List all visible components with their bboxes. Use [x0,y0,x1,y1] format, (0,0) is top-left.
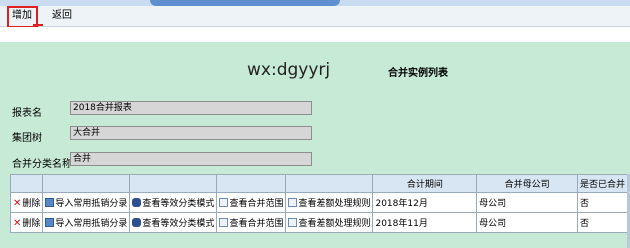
view-scope-label: 查看合并范围 [229,218,284,229]
import-cell: 导入常用抵销分录 [42,212,131,233]
view-template-link[interactable]: 查看等效分类模式 [132,196,214,209]
group-field[interactable]: 大合并 [70,126,312,140]
delete-link[interactable]: ✕ 删除 [13,196,40,209]
category-field[interactable]: 合并 [70,152,312,166]
parent-cell: 母公司 [476,212,578,233]
watermark-text: wx:dgyyrj [247,60,331,80]
report-name-label: 报表名 [12,108,42,119]
view-scope-label: 查看合并范围 [229,198,284,209]
merged-cell: 否 [576,192,629,213]
report-name-field[interactable]: 2018合并报表 [70,101,312,115]
delete-icon: ✕ [13,198,22,209]
parent-cell: 母公司 [476,192,578,213]
delete-link[interactable]: ✕ 删除 [13,216,40,229]
import-icon [45,217,55,227]
template-cell: 查看等效分类模式 [129,212,218,233]
toolbar: 增加 返回 [0,6,630,27]
view-diff-label: 查看差额处理规则 [298,198,371,209]
period-cell: 2018年11月 [372,212,478,233]
delete-icon: ✕ [13,218,22,229]
table-row: ✕ 删除 导入常用抵销分录 查看等效分类模式 查看合并范围 查看差额处理规则 20… [9,212,629,233]
binoculars-icon [132,197,142,207]
page-icon [288,217,298,227]
merged-cell: 否 [576,212,629,233]
page-icon [219,217,229,227]
template-cell: 查看等效分类模式 [129,192,218,213]
instance-table: 合计期间 合并母公司 是否已合并 ✕ 删除 导入常用抵销分录 查看等效分类模式 查… [9,174,629,233]
binoculars-icon [132,217,142,227]
col-header-diff [285,174,374,193]
col-header-scope [216,174,287,193]
delete-cell: ✕ 删除 [9,192,44,213]
view-template-label: 查看等效分类模式 [142,218,215,229]
import-link[interactable]: 导入常用抵销分录 [45,196,127,209]
import-link[interactable]: 导入常用抵销分录 [45,216,127,229]
view-diff-link[interactable]: 查看差额处理规则 [288,216,370,229]
table-row: ✕ 删除 导入常用抵销分录 查看等效分类模式 查看合并范围 查看差额处理规则 20… [9,192,629,213]
view-scope-link[interactable]: 查看合并范围 [219,196,283,209]
view-scope-link[interactable]: 查看合并范围 [219,216,283,229]
col-header-merged: 是否已合并 [576,174,629,193]
diff-cell: 查看差额处理规则 [285,212,374,233]
view-diff-label: 查看差额处理规则 [298,218,371,229]
import-cell: 导入常用抵销分录 [42,192,131,213]
col-header-template [129,174,218,193]
spacer [0,27,630,42]
page-title: 合并实例列表 [388,68,448,79]
page-icon [219,197,229,207]
scope-cell: 查看合并范围 [216,192,287,213]
category-label: 合并分类名称 [12,159,72,170]
col-header-parent: 合并母公司 [476,174,578,193]
col-header-period: 合计期间 [372,174,478,193]
view-template-label: 查看等效分类模式 [142,198,215,209]
table-header-row: 合计期间 合并母公司 是否已合并 [9,174,629,193]
import-icon [45,197,55,207]
delete-label: 删除 [22,219,41,229]
back-button[interactable]: 返回 [52,9,72,23]
view-diff-link[interactable]: 查看差额处理规则 [288,196,370,209]
page-icon [288,197,298,207]
import-label: 导入常用抵销分录 [55,218,128,229]
delete-label: 删除 [22,199,41,209]
group-label: 集团树 [12,133,42,144]
scope-cell: 查看合并范围 [216,212,287,233]
diff-cell: 查看差额处理规则 [285,192,374,213]
delete-cell: ✕ 删除 [9,212,44,233]
col-header-import [42,174,131,193]
col-header-delete [9,174,44,193]
import-label: 导入常用抵销分录 [55,198,128,209]
period-cell: 2018年12月 [372,192,478,213]
view-template-link[interactable]: 查看等效分类模式 [132,216,214,229]
